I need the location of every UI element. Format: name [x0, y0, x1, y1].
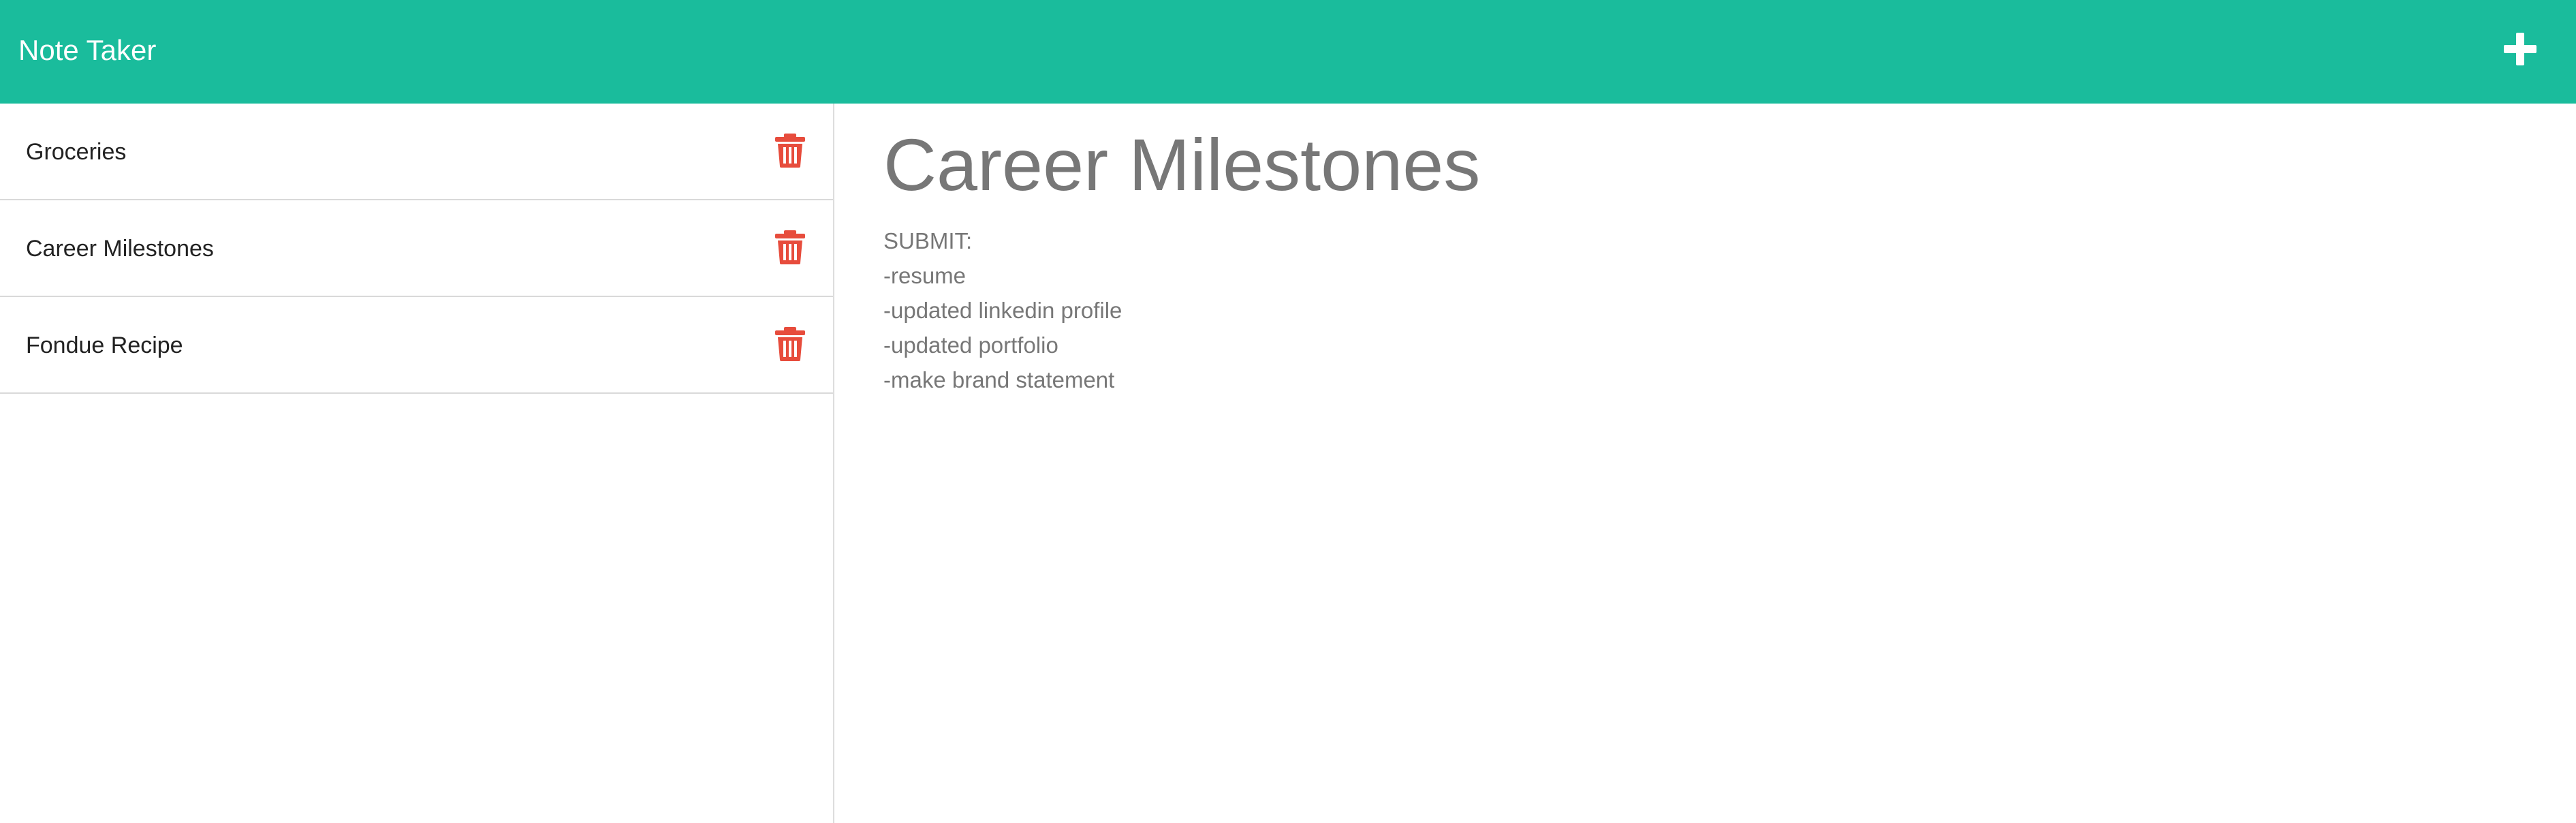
- note-list-title[interactable]: Fondue Recipe: [26, 331, 183, 360]
- delete-note-button[interactable]: [775, 230, 805, 264]
- delete-note-button[interactable]: [775, 134, 805, 168]
- note-list: Groceries Career Milestones Fondue Recip…: [0, 104, 833, 394]
- plus-icon: [2498, 27, 2542, 71]
- delete-note-button[interactable]: [775, 327, 805, 361]
- trash-icon: [775, 134, 805, 168]
- navbar: Note Taker: [0, 0, 2576, 104]
- note-text-area[interactable]: SUBMIT: -resume -updated linkedin profil…: [883, 223, 2450, 397]
- note-list-title[interactable]: Groceries: [26, 138, 126, 166]
- trash-icon: [775, 327, 805, 361]
- list-item[interactable]: Groceries: [0, 104, 833, 200]
- trash-icon: [775, 230, 805, 264]
- app-title[interactable]: Note Taker: [18, 31, 156, 69]
- note-editor: Career Milestones SUBMIT: -resume -updat…: [834, 104, 2576, 823]
- note-list-sidebar: Groceries Career Milestones Fondue Recip…: [0, 104, 834, 823]
- list-item[interactable]: Career Milestones: [0, 200, 833, 297]
- note-title-field[interactable]: Career Milestones: [883, 121, 1480, 209]
- note-list-title[interactable]: Career Milestones: [26, 234, 214, 263]
- list-item[interactable]: Fondue Recipe: [0, 297, 833, 394]
- new-note-button[interactable]: [2498, 27, 2542, 71]
